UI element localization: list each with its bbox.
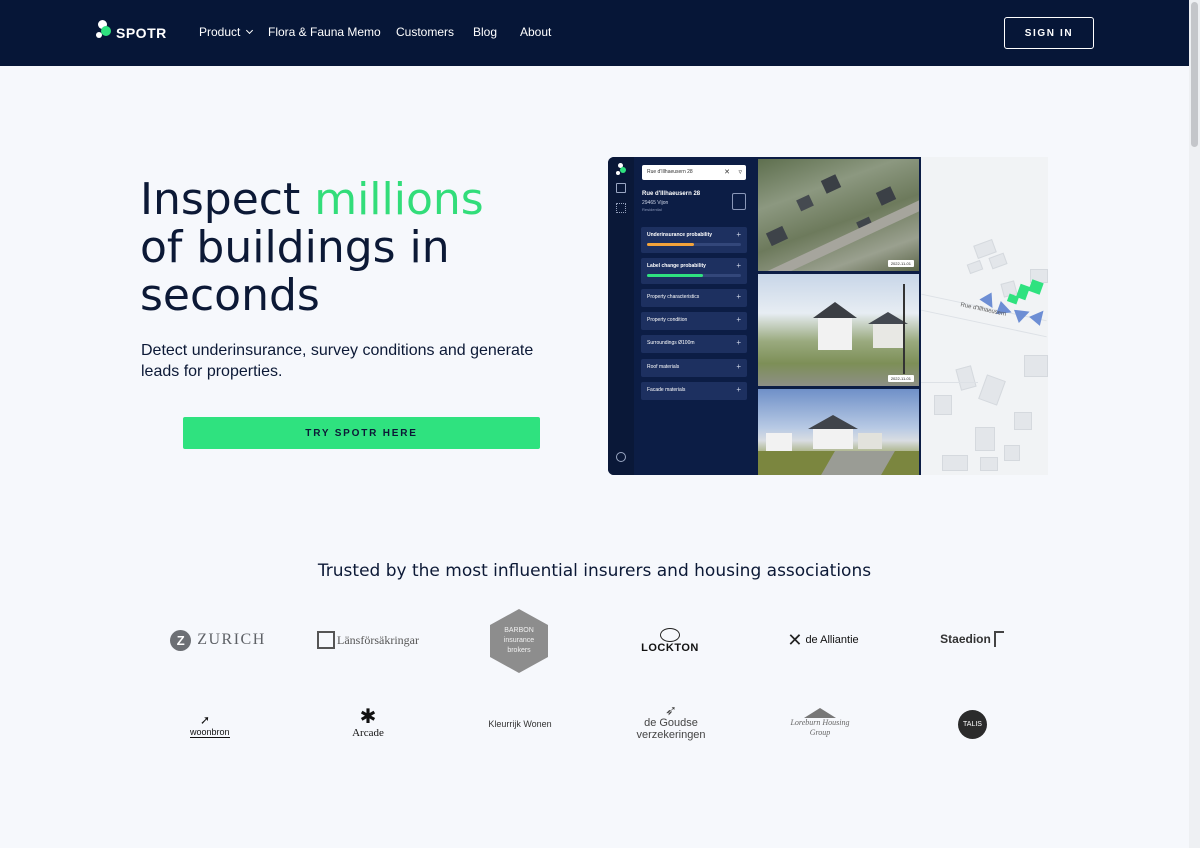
logo-talis: TALIS xyxy=(958,710,987,739)
nav-customers[interactable]: Customers xyxy=(396,25,454,39)
logo-arcade: ✱ Arcade xyxy=(352,706,384,739)
lockton-globe-icon xyxy=(660,628,680,642)
label-change-bar xyxy=(647,274,704,277)
address-postcode: 29465 Vijon xyxy=(642,200,669,206)
photo-date-2: 2022-11-01 xyxy=(887,375,914,382)
zurich-icon: Z xyxy=(170,629,192,651)
map-view: Rue d'Illhaeusern xyxy=(920,157,1048,475)
logo-de-alliantie: ✕ de Alliantie xyxy=(787,629,859,650)
settings-icon[interactable] xyxy=(616,452,626,462)
logo-de-goudse: ➶ de Goudse verzekeringen xyxy=(636,702,706,741)
nav-about[interactable]: About xyxy=(520,25,551,39)
page-scrollbar[interactable] xyxy=(1189,0,1200,848)
top-navbar: SPOTR Product Flora & Fauna Memo Custome… xyxy=(0,0,1189,66)
card-surroundings[interactable]: Surroundings Ø100m + xyxy=(641,335,747,353)
nav-product-label: Product xyxy=(199,25,241,39)
woonbron-icon: ➚ xyxy=(200,712,211,727)
logo-barbon: BARBON insurance brokers xyxy=(490,609,548,673)
plus-icon: + xyxy=(736,385,741,394)
spotr-logo-icon xyxy=(95,20,113,40)
logo-woonbron: ➚ woonbron xyxy=(190,712,230,738)
nav-blog[interactable]: Blog xyxy=(473,25,497,39)
trusted-heading: Trusted by the most influential insurers… xyxy=(317,561,872,581)
plus-icon: + xyxy=(736,315,741,324)
card-underinsurance[interactable]: Underinsurance probability + xyxy=(641,227,747,253)
card-property-characteristics[interactable]: Property characteristics + xyxy=(641,289,747,307)
arcade-star-icon: ✱ xyxy=(359,706,377,728)
hero-title-line2: of buildings in xyxy=(140,222,450,273)
app-logo-icon xyxy=(616,163,626,175)
filter-icon: ▿ xyxy=(738,169,742,176)
plus-icon: + xyxy=(736,292,741,301)
hero-title-line1: Inspect millions xyxy=(140,174,484,225)
logo-lansforsakringar: Länsförsäkringar xyxy=(312,628,424,652)
building-icon[interactable] xyxy=(732,193,746,210)
address-title: Rue d'Illhaeusern 28 xyxy=(642,191,701,197)
aerial-photo[interactable]: 2022-11-01 xyxy=(758,159,919,271)
street-photo-1[interactable]: 2022-11-01 xyxy=(758,274,919,386)
plus-icon: + xyxy=(736,230,741,239)
card-roof-materials[interactable]: Roof materials + xyxy=(641,359,747,377)
logo-loreburn: Loreburn Housing Group xyxy=(788,702,852,744)
plus-icon: + xyxy=(736,261,741,270)
grid-icon[interactable] xyxy=(616,203,626,213)
sign-in-button[interactable]: SIGN IN xyxy=(1004,17,1094,49)
logo-zurich: Z ZURICH xyxy=(170,628,266,652)
clear-icon: ✕ xyxy=(724,169,730,176)
hero-title-line3: seconds xyxy=(140,270,320,321)
app-panel: Rue d'Illhaeusern 28 ✕ ▿ Rue d'Illhaeuse… xyxy=(608,157,921,475)
nav-flora-fauna-memo[interactable]: Flora & Fauna Memo xyxy=(268,25,381,39)
brand-name: SPOTR xyxy=(116,24,167,41)
plus-icon: + xyxy=(736,338,741,347)
address-type: Residential xyxy=(642,207,662,212)
logo-kleurrijk-wonen: Kleurrijk Wonen xyxy=(488,719,552,729)
logo-lockton: LOCKTON xyxy=(638,626,702,656)
card-label-change[interactable]: Label change probability + xyxy=(641,258,747,284)
logo-staedion: Staedion xyxy=(936,627,1008,651)
underinsurance-bar xyxy=(647,243,694,246)
loreburn-roof-icon xyxy=(804,708,836,718)
street-photo-2[interactable] xyxy=(758,389,919,475)
spotr-logo[interactable]: SPOTR xyxy=(95,19,167,41)
try-spotr-button[interactable]: TRY SPOTR HERE xyxy=(183,417,540,449)
card-property-condition[interactable]: Property condition + xyxy=(641,312,747,330)
staedion-icon xyxy=(993,631,1004,647)
plus-icon: + xyxy=(736,362,741,371)
scrollbar-thumb[interactable] xyxy=(1191,2,1198,147)
hero-title: Inspect millions of buildings in seconds xyxy=(140,176,484,320)
goudse-bird-icon: ➶ xyxy=(665,702,677,718)
chevron-down-icon xyxy=(246,26,254,35)
hero-subtitle: Detect underinsurance, survey conditions… xyxy=(141,342,534,380)
hero-title-highlight: millions xyxy=(314,174,484,225)
map-icon[interactable] xyxy=(616,183,626,193)
photo-date-1: 2022-11-01 xyxy=(887,260,914,267)
product-screenshot: Rue d'Illhaeusern Rue d'Illhaeusern 28 ✕… xyxy=(608,157,1048,475)
lansforsakringar-icon xyxy=(317,631,336,649)
alliantie-star-icon: ✕ xyxy=(787,629,803,650)
card-facade-materials[interactable]: Facade materials + xyxy=(641,382,747,400)
app-sidebar xyxy=(608,157,634,475)
address-search-input[interactable]: Rue d'Illhaeusern 28 ✕ ▿ xyxy=(642,165,746,180)
nav-product[interactable]: Product xyxy=(199,25,254,39)
